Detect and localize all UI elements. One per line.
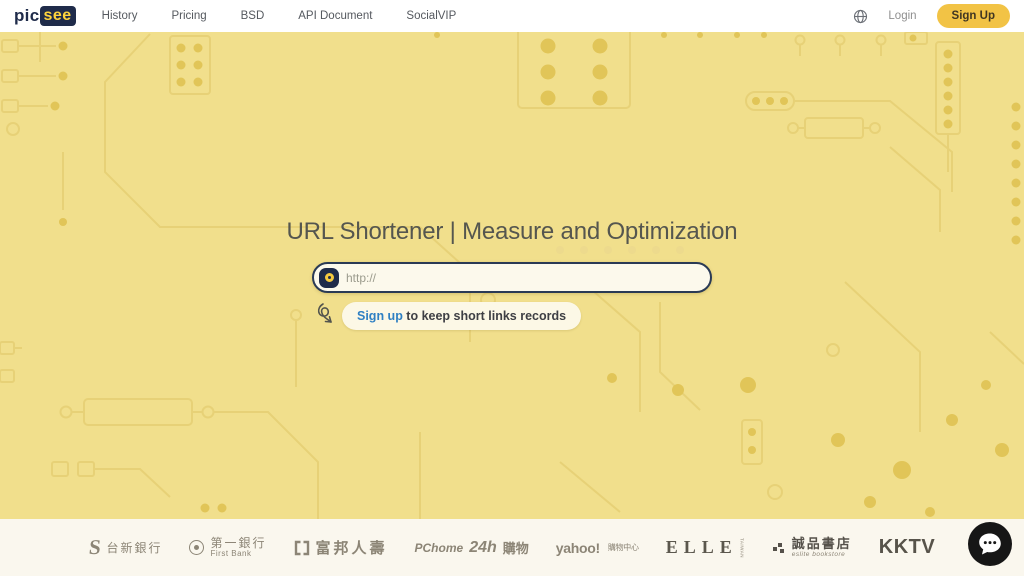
signup-hint-row: Sign up to keep short links records	[312, 302, 712, 330]
partner-label: 第一銀行	[210, 537, 266, 550]
taishin-bank-icon: S	[88, 537, 102, 558]
partner-label-shop: 購物	[503, 538, 529, 557]
partner-label: PChome	[415, 541, 464, 555]
partner-taishin-bank: S 台新銀行	[89, 537, 163, 558]
picsee-mark-ring	[325, 273, 334, 282]
partner-sublabel: First Bank	[210, 550, 266, 559]
hero-section: URL Shortener | Measure and Optimization…	[0, 32, 1024, 519]
partner-label: ELLE	[666, 537, 738, 558]
partner-label: yahoo!	[556, 540, 600, 556]
chat-button[interactable]	[968, 522, 1012, 566]
signup-hint-link[interactable]: Sign up	[357, 309, 403, 323]
top-navbar: pic see History Pricing BSD API Document…	[0, 0, 1024, 32]
partner-eslite-bookstore: 誠品書店 eslite bookstore	[772, 537, 852, 558]
partner-label: 富邦人壽	[316, 537, 388, 558]
partner-label: 台新銀行	[106, 539, 162, 556]
partner-label-24h: 24h	[469, 539, 497, 557]
partner-elle: ELLE TAIWAN	[666, 537, 745, 558]
url-input[interactable]	[346, 271, 700, 285]
hero-content: URL Shortener | Measure and Optimization…	[312, 218, 712, 330]
partner-label: KKTV	[879, 536, 935, 559]
partners-bar: S 台新銀行 第一銀行 First Bank 富邦人壽 PChome24h購物 …	[0, 519, 1024, 576]
nav-item-history[interactable]: History	[102, 10, 138, 22]
partner-sublabel: eslite bookstore	[792, 551, 852, 558]
signup-hint-text: to keep short links records	[403, 309, 566, 323]
globe-icon[interactable]	[853, 9, 868, 24]
partner-yahoo-shopping: yahoo! 購物中心	[556, 540, 639, 556]
partner-fubon-life: 富邦人壽	[294, 537, 388, 558]
nav-item-socialvip[interactable]: SocialVIP	[406, 10, 456, 22]
nav-item-pricing[interactable]: Pricing	[171, 10, 206, 22]
page-title: URL Shortener | Measure and Optimization	[287, 218, 738, 246]
url-shortener-bar	[312, 262, 712, 293]
picsee-homepage: pic see History Pricing BSD API Document…	[0, 0, 1024, 576]
logo-text-pic: pic	[14, 6, 39, 26]
curly-arrow-icon	[314, 302, 338, 330]
main-nav: History Pricing BSD API Document SocialV…	[102, 10, 457, 22]
nav-item-bsd[interactable]: BSD	[241, 10, 265, 22]
signup-button[interactable]: Sign Up	[937, 4, 1010, 28]
picsee-logo[interactable]: pic see	[14, 6, 76, 26]
picsee-mark-icon	[319, 268, 339, 288]
partner-kktv: KKTV	[879, 536, 935, 559]
header-right: Login Sign Up	[853, 4, 1010, 28]
login-button[interactable]: Login	[888, 10, 916, 22]
first-bank-icon	[189, 540, 204, 555]
nav-item-api-document[interactable]: API Document	[298, 10, 372, 22]
partner-label: 誠品書店	[792, 537, 852, 551]
fubon-life-icon	[294, 540, 310, 556]
partner-first-bank: 第一銀行 First Bank	[189, 537, 266, 559]
partner-sublabel: TAIWAN	[740, 538, 745, 558]
chat-bubble-icon	[968, 522, 1012, 566]
signup-hint-pill[interactable]: Sign up to keep short links records	[342, 302, 581, 330]
eslite-icon	[772, 541, 786, 555]
logo-text-see: see	[40, 6, 75, 26]
partner-sublabel: 購物中心	[608, 542, 639, 553]
partner-pchome: PChome 24h 購物	[415, 538, 529, 557]
